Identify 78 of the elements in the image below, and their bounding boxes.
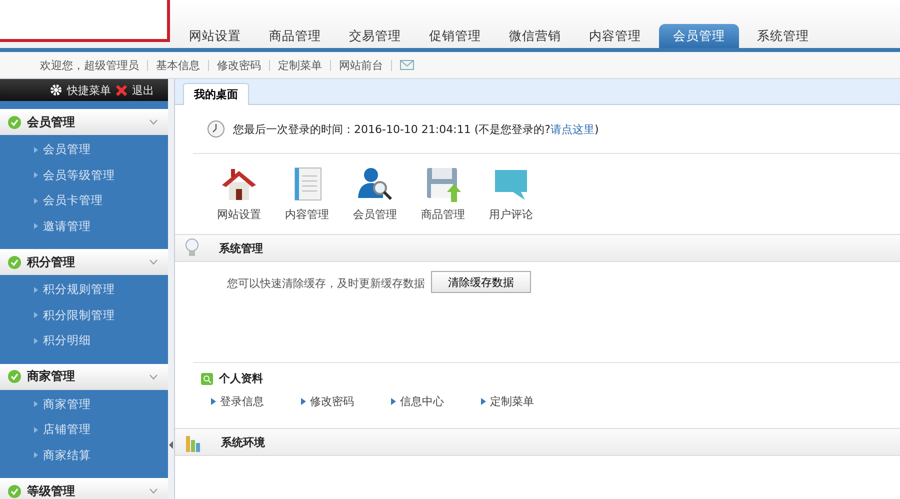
chevron-icon xyxy=(149,259,158,265)
welcome-text: 欢迎您，超级管理员 xyxy=(40,58,139,72)
chevron-icon xyxy=(149,488,158,494)
quick-menu-link[interactable]: 快捷菜单 xyxy=(67,82,111,98)
page-tab[interactable]: 我的桌面 xyxy=(183,83,249,105)
sidebar-item[interactable]: 会员卡管理 xyxy=(0,188,168,214)
top-link[interactable]: 定制菜单 xyxy=(278,58,322,72)
nav-tab[interactable]: 促销管理 xyxy=(415,24,495,48)
section-title: 系统管理 xyxy=(219,240,263,256)
bullet-arrow-icon xyxy=(34,198,38,204)
clear-cache-button[interactable]: 清除缓存数据 xyxy=(431,271,531,293)
sidebar-item[interactable]: 积分规则管理 xyxy=(0,277,168,302)
check-icon xyxy=(8,370,21,383)
nav-tab[interactable]: 网站设置 xyxy=(175,24,255,48)
group-title: 会员管理 xyxy=(27,114,76,130)
gear-icon[interactable] xyxy=(50,84,62,96)
shortcut-label[interactable]: 用户评论 xyxy=(489,207,533,222)
sidebar-item[interactable]: 积分限制管理 xyxy=(0,302,168,328)
bullet-arrow-icon xyxy=(34,452,38,458)
click-here-link[interactable]: 请点这里 xyxy=(550,122,594,136)
sidebar-item[interactable]: 商家管理 xyxy=(0,392,168,417)
light-bulb-icon xyxy=(185,238,199,258)
nav-tab[interactable]: 内容管理 xyxy=(575,24,655,48)
nav-tab[interactable]: 交易管理 xyxy=(335,24,415,48)
sidebar-group-header[interactable]: 商家管理 xyxy=(0,364,168,390)
bullet-arrow-icon xyxy=(34,401,38,408)
bullet-arrow-icon xyxy=(211,398,216,405)
bullet-arrow-icon xyxy=(34,223,38,230)
profile-link[interactable]: 登录信息 xyxy=(211,394,301,409)
sidebar-item[interactable]: 积分明细 xyxy=(0,328,168,354)
section-title: 系统环境 xyxy=(221,434,265,450)
group-title: 等级管理 xyxy=(27,482,76,499)
sidebar-group-header[interactable]: 等级管理 xyxy=(0,478,168,499)
bullet-arrow-icon xyxy=(34,312,38,318)
profile-link[interactable]: 信息中心 xyxy=(391,394,481,409)
bullet-arrow-icon xyxy=(301,398,306,405)
shortcut-label[interactable]: 会员管理 xyxy=(353,207,397,222)
bullet-arrow-icon xyxy=(34,286,38,293)
shortcut-label[interactable]: 网站设置 xyxy=(217,207,261,222)
last-login-text: 您最后一次登录的时间：2016-10-10 21:04:11 (不是您登录的?请点这里) xyxy=(233,122,599,136)
group-title: 商家管理 xyxy=(27,368,76,385)
sidebar-item[interactable]: 会员管理 xyxy=(0,137,168,162)
check-icon xyxy=(8,116,21,128)
bullet-arrow-icon xyxy=(34,172,38,178)
shortcut-label[interactable]: 商品管理 xyxy=(421,207,465,222)
bullet-arrow-icon xyxy=(481,398,486,405)
check-icon xyxy=(8,256,21,268)
bullet-arrow-icon xyxy=(34,426,38,433)
logout-link[interactable]: 退出 xyxy=(132,82,154,98)
check-icon xyxy=(8,484,21,498)
bullet-arrow-icon xyxy=(391,398,396,405)
top-link[interactable]: 修改密码 xyxy=(217,58,261,72)
sidebar-item[interactable]: 邀请管理 xyxy=(0,214,168,239)
profile-link[interactable]: 定制菜单 xyxy=(481,394,571,409)
nav-tab[interactable]: 系统管理 xyxy=(743,24,823,48)
top-link[interactable]: 基本信息 xyxy=(156,58,200,72)
profile-title: 个人资料 xyxy=(219,371,263,386)
clock-icon xyxy=(207,120,225,138)
close-icon[interactable] xyxy=(116,84,127,96)
collapse-arrow-icon[interactable] xyxy=(168,441,174,449)
sidebar-group-header[interactable]: 积分管理 xyxy=(0,249,168,275)
bullet-arrow-icon xyxy=(34,146,38,153)
chevron-icon xyxy=(149,119,158,125)
shortcut-label[interactable]: 内容管理 xyxy=(285,207,329,222)
nav-tab[interactable]: 微信营销 xyxy=(495,24,575,48)
group-title: 积分管理 xyxy=(27,254,76,270)
nav-tab[interactable]: 商品管理 xyxy=(255,24,335,48)
chevron-icon xyxy=(149,374,158,380)
sidebar-item[interactable]: 会员等级管理 xyxy=(0,162,168,188)
cache-hint: 您可以快速清除缓存，及时更新缓存数据 xyxy=(227,276,425,291)
profile-link[interactable]: 修改密码 xyxy=(301,394,391,409)
nav-tab[interactable]: 会员管理 xyxy=(659,24,739,48)
bullet-arrow-icon xyxy=(34,338,38,344)
sidebar-item[interactable]: 商家结算 xyxy=(0,442,168,468)
sidebar-item[interactable]: 店铺管理 xyxy=(0,417,168,442)
search-icon xyxy=(201,372,213,384)
top-link[interactable]: 网站前台 xyxy=(339,58,383,72)
sidebar-group-header[interactable]: 会员管理 xyxy=(0,109,168,135)
